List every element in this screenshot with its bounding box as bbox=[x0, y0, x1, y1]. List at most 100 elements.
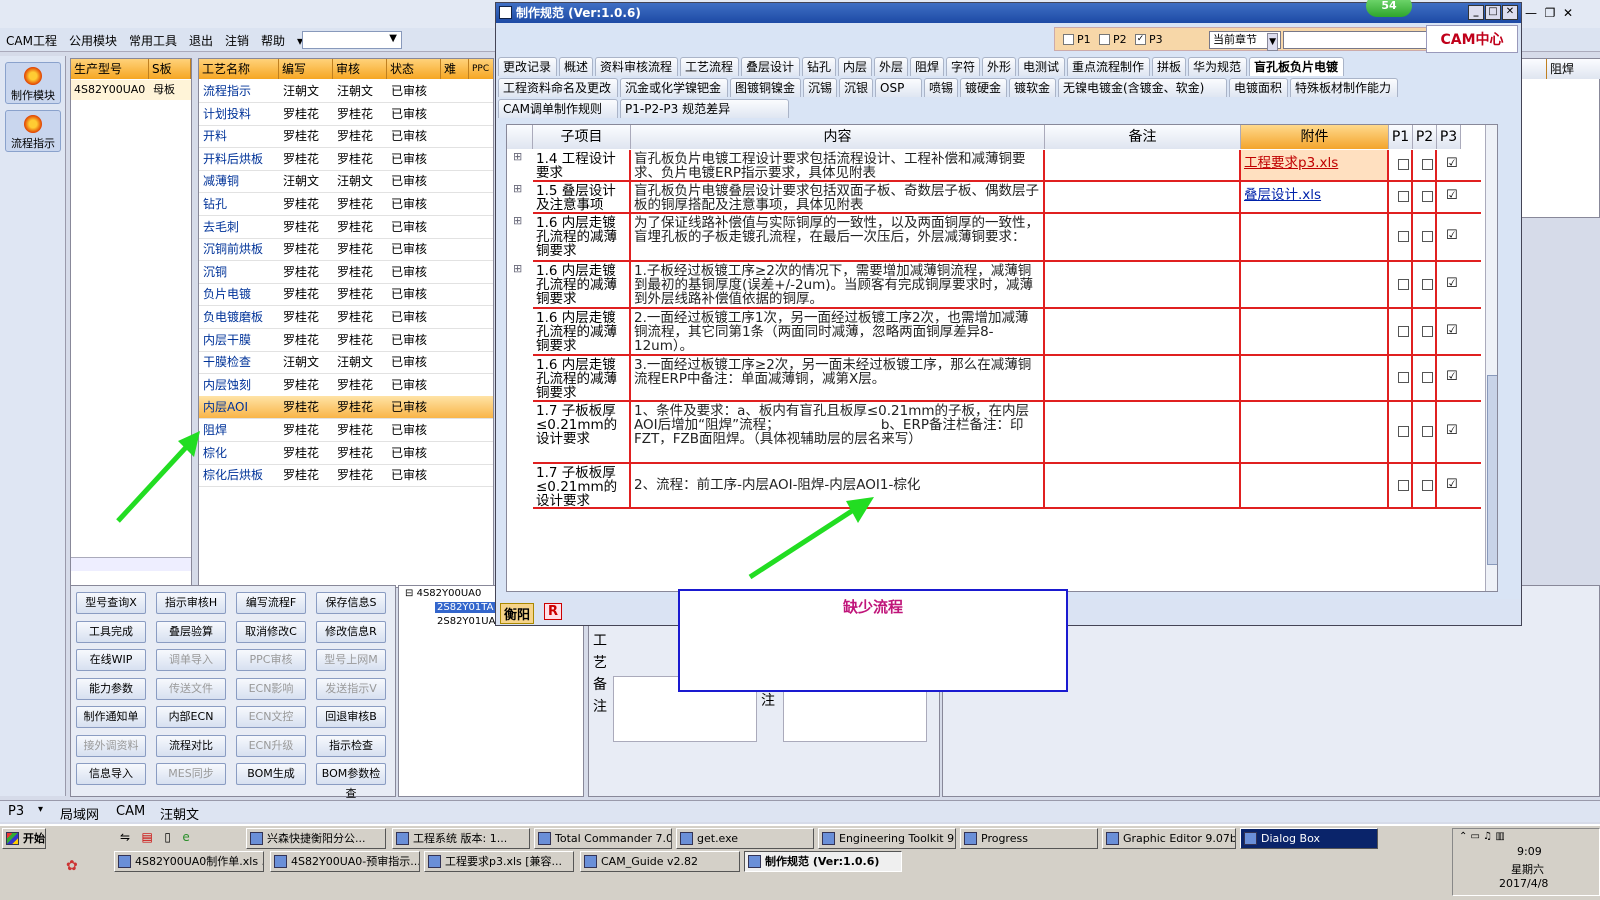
function-button[interactable]: 指示审核H bbox=[156, 592, 226, 614]
note-cell[interactable] bbox=[1045, 356, 1241, 400]
start-button[interactable]: 开始 bbox=[2, 828, 46, 849]
p3-checkbox[interactable]: ☑ bbox=[1446, 229, 1458, 242]
p1-checkbox[interactable] bbox=[1398, 372, 1409, 383]
p3-checkbox[interactable]: ☑ bbox=[1446, 277, 1458, 290]
function-button[interactable]: 叠层验算 bbox=[156, 620, 226, 643]
process-row[interactable]: 减薄铜 汪朝文 汪朝文 已审核 bbox=[199, 170, 493, 194]
taskbar-button[interactable]: get.exe bbox=[676, 828, 814, 849]
p1-checkbox[interactable] bbox=[1398, 231, 1409, 242]
tab[interactable]: 华为规范 bbox=[1188, 57, 1247, 76]
col-model[interactable]: 生产型号 bbox=[71, 59, 149, 79]
col-content[interactable]: 内容 bbox=[631, 125, 1045, 149]
min-icon[interactable]: — bbox=[1525, 6, 1537, 20]
tab[interactable]: CAM调单制作规则 bbox=[498, 99, 618, 118]
attachment-link[interactable]: 叠层设计.xls bbox=[1244, 188, 1321, 202]
rail-flow-guide[interactable]: 流程指示 bbox=[5, 110, 61, 152]
col-status[interactable]: 状态 bbox=[387, 59, 441, 79]
menu-logout[interactable]: 注销 bbox=[219, 28, 255, 53]
process-row[interactable]: 阻焊 罗桂花 罗桂花 已审核 bbox=[199, 419, 493, 442]
process-row[interactable]: 计划投料 罗桂花 罗桂花 已审核 bbox=[199, 103, 493, 126]
max-button[interactable]: □ bbox=[1485, 5, 1501, 20]
tree-root[interactable]: ⊟ 4S82Y00UA0 bbox=[405, 588, 481, 599]
clock-time[interactable]: 9:09 bbox=[1517, 845, 1542, 858]
process-row[interactable]: 内层干膜 罗桂花 罗桂花 已审核 bbox=[199, 329, 493, 352]
note-cell[interactable] bbox=[1045, 402, 1241, 462]
process-row[interactable]: 沉铜 罗桂花 罗桂花 已审核 bbox=[199, 261, 493, 284]
v-scrollbar[interactable] bbox=[1485, 125, 1497, 591]
note-cell[interactable] bbox=[1045, 262, 1241, 307]
taskbar-button[interactable]: 兴森快捷衡阳分公... bbox=[246, 828, 386, 849]
process-row[interactable]: 负电镀磨板 罗桂花 罗桂花 已审核 bbox=[199, 306, 493, 329]
function-button[interactable]: 回退审核B bbox=[316, 706, 386, 728]
process-row[interactable]: 流程指示 汪朝文 汪朝文 已审核 bbox=[199, 80, 493, 103]
pdf-icon[interactable]: ▤ bbox=[142, 830, 153, 844]
col-p3[interactable]: P3 bbox=[1437, 125, 1461, 149]
p1-checkbox[interactable] bbox=[1398, 480, 1409, 491]
process-row[interactable]: 开料后烘板 罗桂花 罗桂花 已审核 bbox=[199, 148, 493, 171]
tab[interactable]: 外层 bbox=[874, 57, 908, 76]
function-button[interactable]: 信息导入 bbox=[76, 763, 146, 785]
function-button[interactable]: ECN文控 bbox=[236, 706, 306, 728]
function-button[interactable]: 内部ECN bbox=[156, 706, 226, 728]
tab[interactable]: 重点流程制作 bbox=[1067, 57, 1150, 76]
min-button[interactable]: _ bbox=[1468, 5, 1484, 20]
process-row[interactable]: 钻孔 罗桂花 罗桂花 已审核 bbox=[199, 193, 493, 216]
tab[interactable]: 字符 bbox=[946, 57, 980, 76]
taskbar-button[interactable]: 工程系统 版本: 1... bbox=[392, 828, 530, 849]
p1-checkbox[interactable] bbox=[1398, 279, 1409, 290]
col-subitem[interactable]: 子项目 bbox=[533, 125, 631, 149]
p2-checkbox[interactable] bbox=[1422, 159, 1433, 170]
spec-row[interactable]: 1.6 内层走镀孔流程的减薄铜要求 2.一面经过板镀工序1次，另一面经过板镀工序2… bbox=[533, 309, 1481, 356]
spec-row[interactable]: 1.6 内层走镀孔流程的减薄铜要求 1.子板经过板镀工序≥2次的情况下，需要增加减… bbox=[513, 262, 1481, 309]
status-level[interactable]: P3 bbox=[8, 804, 24, 819]
p3-checkbox[interactable]: ☑ bbox=[1446, 189, 1458, 202]
tree-node[interactable]: 2S82Y01TA bbox=[435, 602, 496, 613]
function-button[interactable]: 编写流程F bbox=[236, 592, 306, 614]
taskbar-button[interactable]: Progress bbox=[960, 828, 1098, 849]
taskbar-button[interactable]: CAM_Guide v2.82 bbox=[580, 851, 740, 872]
process-row[interactable]: 内层蚀刻 罗桂花 罗桂花 已审核 bbox=[199, 374, 493, 397]
col-p1[interactable]: P1 bbox=[1389, 125, 1413, 149]
taskbar-button[interactable]: Total Commander 7.0... bbox=[534, 828, 672, 849]
taskbar-button[interactable]: 制作规范 (Ver:1.0.6) bbox=[744, 851, 902, 872]
tab[interactable]: 资料审核流程 bbox=[595, 57, 678, 76]
function-button[interactable]: 保存信息S bbox=[316, 592, 386, 614]
taskbar-button[interactable]: 4S82Y00UA0制作单.xls ... bbox=[114, 851, 264, 872]
tab[interactable]: 电测试 bbox=[1018, 57, 1065, 76]
expand-icon[interactable]: ⊞ bbox=[513, 214, 522, 227]
p3-checkbox[interactable]: ☑ bbox=[1446, 478, 1458, 491]
tab[interactable]: 更改记录 bbox=[498, 57, 557, 76]
function-button[interactable]: 工具完成 bbox=[76, 620, 146, 643]
function-button[interactable]: 传送文件 bbox=[156, 677, 226, 700]
scope-select[interactable]: 当前章节 ▼ bbox=[1209, 31, 1281, 51]
function-button[interactable]: ECN影响 bbox=[236, 677, 306, 700]
menu-cam[interactable]: CAM工程 bbox=[0, 28, 63, 53]
tab[interactable]: 盲孔板负片电镀 bbox=[1249, 57, 1344, 76]
taskbar-button[interactable]: 4S82Y00UA0-预审指示... bbox=[270, 851, 420, 872]
function-button[interactable]: ECN升级 bbox=[236, 734, 306, 757]
function-button[interactable]: 在线WIP bbox=[76, 649, 146, 671]
p1-checkbox[interactable] bbox=[1398, 191, 1409, 202]
tab[interactable]: 沉银 bbox=[839, 78, 873, 97]
tab[interactable]: 图镀铜镍金 bbox=[730, 78, 801, 97]
p3-checkbox[interactable]: ☑ bbox=[1446, 424, 1458, 437]
p1-checkbox[interactable] bbox=[1063, 34, 1074, 45]
ie-icon[interactable]: e bbox=[182, 830, 189, 844]
tab[interactable]: 工程资料命名及更改 bbox=[498, 78, 618, 97]
process-row[interactable]: 棕化 罗桂花 罗桂花 已审核 bbox=[199, 442, 493, 465]
note-cell[interactable] bbox=[1045, 309, 1241, 354]
function-button[interactable]: 接外调资料 bbox=[76, 734, 146, 757]
process-row[interactable]: 开料 罗桂花 罗桂花 已审核 bbox=[199, 125, 493, 149]
col-p2[interactable]: P2 bbox=[1413, 125, 1437, 149]
tab[interactable]: 阻焊 bbox=[910, 57, 944, 76]
spec-row[interactable]: 1.6 内层走镀孔流程的减薄铜要求 为了保证线路补偿值与实际铜厚的一致性，以及两面… bbox=[513, 214, 1481, 262]
process-row[interactable]: 去毛刺 罗桂花 罗桂花 已审核 bbox=[199, 216, 493, 239]
p3-checkbox[interactable]: ☑ bbox=[1446, 324, 1458, 337]
spec-row[interactable]: 1.6 内层走镀孔流程的减薄铜要求 3.一面经过板镀工序≥2次，另一面未经过板镀工… bbox=[533, 356, 1481, 402]
menu-common-module[interactable]: 公用模块 bbox=[63, 28, 123, 53]
col-process[interactable]: 工艺名称 bbox=[199, 59, 279, 79]
menu-help[interactable]: 帮助 bbox=[255, 28, 291, 53]
p2-checkbox[interactable] bbox=[1422, 480, 1433, 491]
note-cell[interactable] bbox=[1045, 214, 1241, 260]
process-row[interactable]: 干膜检查 汪朝文 汪朝文 已审核 bbox=[199, 351, 493, 375]
